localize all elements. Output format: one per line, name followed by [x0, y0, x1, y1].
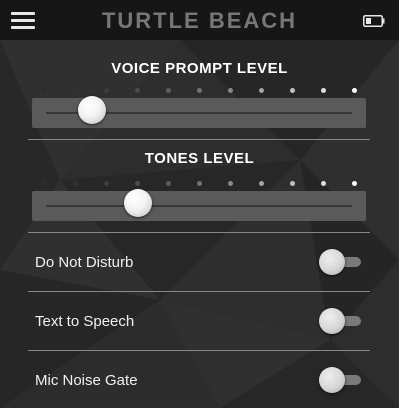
toggle-knob [319, 308, 345, 334]
level-step-dot [165, 181, 171, 186]
level-step-dot [258, 181, 264, 186]
tones-level-thumb[interactable] [123, 189, 152, 217]
level-step-dot [227, 88, 233, 93]
mic-noise-gate-label: Mic Noise Gate [35, 372, 138, 389]
level-step-dot [103, 181, 109, 186]
level-step-dot [258, 88, 264, 93]
brand-logo: TURTLE BEACH [101, 8, 298, 33]
level-step-dot [227, 181, 233, 186]
level-step-dot [196, 88, 202, 93]
level-step-dot [351, 181, 357, 186]
level-step-dot [289, 88, 295, 93]
level-step-dot [134, 88, 140, 93]
app-header: TURTLE BEACH [0, 0, 399, 40]
mic-noise-gate-toggle[interactable] [319, 367, 363, 393]
level-step-dot [72, 88, 78, 93]
tones-level-dots [0, 179, 399, 189]
slider-line [46, 205, 352, 207]
level-step-dot [320, 88, 326, 93]
divider [28, 350, 370, 351]
text-to-speech-label: Text to Speech [35, 313, 135, 330]
battery-low-icon [363, 15, 385, 27]
tones-level-title: TONES LEVEL [144, 150, 255, 167]
divider [28, 232, 370, 233]
voice-prompt-level-dots [0, 86, 399, 96]
voice-prompt-level-title: VOICE PROMPT LEVEL [111, 60, 288, 77]
level-step-dot [41, 88, 47, 93]
level-step-dot [320, 181, 326, 186]
text-to-speech-toggle[interactable] [319, 308, 363, 334]
level-step-dot [351, 88, 357, 93]
divider [28, 291, 370, 292]
do-not-disturb-toggle[interactable] [319, 249, 363, 275]
level-step-dot [103, 88, 109, 93]
level-step-dot [72, 181, 78, 186]
toggle-knob [319, 249, 345, 275]
level-step-dot [289, 181, 295, 186]
level-step-dot [196, 181, 202, 186]
do-not-disturb-label: Do Not Disturb [35, 254, 134, 271]
level-step-dot [165, 88, 171, 93]
voice-prompt-level-slider[interactable] [32, 96, 366, 128]
level-step-dot [134, 181, 140, 186]
tones-level-slider[interactable] [32, 189, 366, 221]
level-step-dot [41, 181, 47, 186]
toggle-knob [319, 367, 345, 393]
divider [28, 139, 370, 140]
voice-prompt-level-thumb[interactable] [77, 96, 106, 124]
